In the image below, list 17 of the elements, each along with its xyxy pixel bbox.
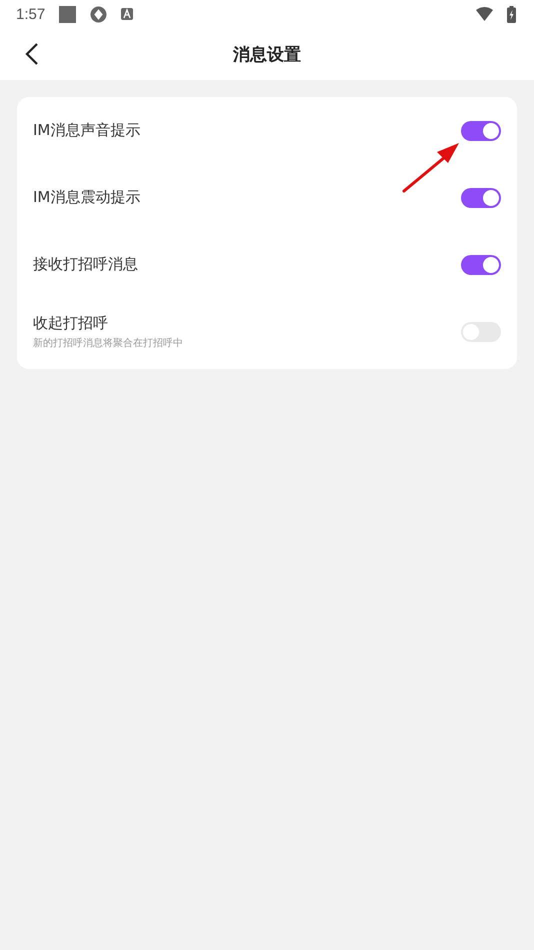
annotation-arrow [401,140,461,194]
setting-description: 新的打招呼消息将聚合在打招呼中 [33,336,184,350]
setting-label: 收起打招呼 [33,314,109,332]
font-icon [121,8,134,20]
status-time: 1:57 [16,6,46,22]
toggle-switch[interactable] [461,120,501,140]
setting-label: IM消息震动提示 [33,188,142,207]
wifi-icon [476,7,493,21]
setting-label: 接收打招呼消息 [33,255,139,274]
square-icon [59,6,76,22]
aperture-icon [90,6,108,22]
toggle-switch[interactable] [461,254,501,274]
back-icon [25,42,39,66]
toggle-switch[interactable] [461,188,501,208]
setting-label: IM消息声音提示 [33,121,142,140]
battery-icon [507,6,516,22]
page-title: 消息设置 [233,44,301,66]
